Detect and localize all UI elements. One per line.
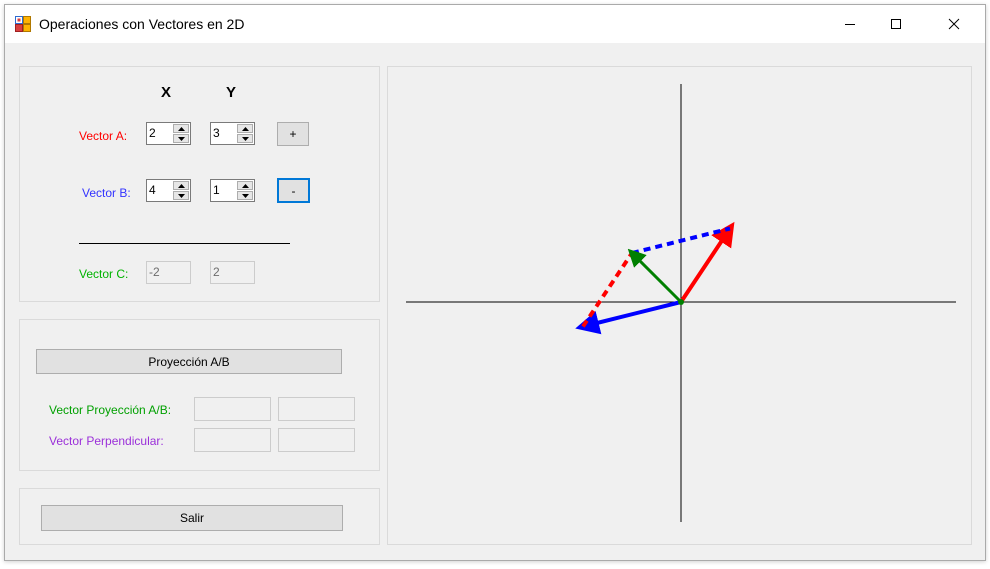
up-arrow-icon[interactable] bbox=[173, 181, 189, 190]
title-bar[interactable]: Operaciones con Vectores en 2D bbox=[5, 5, 985, 43]
projection-x-field[interactable] bbox=[194, 397, 271, 421]
up-arrow-icon[interactable] bbox=[173, 124, 189, 133]
vector-c-arrow bbox=[627, 248, 683, 304]
vector-a-arrow bbox=[679, 221, 735, 304]
sum-divider bbox=[79, 243, 290, 244]
projection-y-field[interactable] bbox=[278, 397, 355, 421]
window-title: Operaciones con Vectores en 2D bbox=[39, 16, 245, 32]
origin-point bbox=[678, 299, 684, 305]
perpendicular-x-field[interactable] bbox=[194, 428, 271, 452]
vector-c-x-value: -2 bbox=[149, 265, 160, 279]
vector-c-y-field[interactable]: 2 bbox=[210, 261, 255, 284]
maximize-icon bbox=[891, 19, 901, 29]
main-window: Operaciones con Vectores en 2D X Y Vecto… bbox=[4, 4, 986, 561]
vector-b-label: Vector B: bbox=[82, 186, 131, 200]
vector-b-y-stepper[interactable]: 1 bbox=[210, 179, 255, 202]
close-button[interactable] bbox=[931, 5, 977, 43]
subtract-button[interactable]: - bbox=[277, 178, 310, 203]
down-arrow-icon[interactable] bbox=[173, 191, 189, 200]
exit-panel: Salir bbox=[19, 488, 380, 545]
vector-b-x-value: 4 bbox=[149, 183, 156, 197]
vector-a-label: Vector A: bbox=[79, 129, 128, 143]
vector-b-y-value: 1 bbox=[213, 183, 220, 197]
projection-panel: Proyección A/B Vector Proyección A/B: Ve… bbox=[19, 319, 380, 471]
projection-button[interactable]: Proyección A/B bbox=[36, 349, 342, 374]
vector-c-label: Vector C: bbox=[79, 267, 129, 281]
vector-a-x-stepper[interactable]: 2 bbox=[146, 122, 191, 145]
vector-a-x-value: 2 bbox=[149, 126, 156, 140]
up-arrow-icon[interactable] bbox=[237, 124, 253, 133]
vector-c-x-field[interactable]: -2 bbox=[146, 261, 191, 284]
vector-a-y-stepper[interactable]: 3 bbox=[210, 122, 255, 145]
header-x: X bbox=[161, 84, 172, 101]
projection-vector-label: Vector Proyección A/B: bbox=[49, 403, 172, 417]
down-arrow-icon[interactable] bbox=[173, 134, 189, 143]
plot-panel bbox=[387, 66, 972, 545]
exit-button[interactable]: Salir bbox=[41, 505, 343, 531]
minimize-icon bbox=[845, 24, 855, 25]
vector-c-y-value: 2 bbox=[213, 265, 220, 279]
perpendicular-y-field[interactable] bbox=[278, 428, 355, 452]
down-arrow-icon[interactable] bbox=[237, 191, 253, 200]
down-arrow-icon[interactable] bbox=[237, 134, 253, 143]
vector-plot bbox=[406, 84, 956, 522]
vector-a-y-value: 3 bbox=[213, 126, 220, 140]
up-arrow-icon[interactable] bbox=[237, 181, 253, 190]
header-y: Y bbox=[226, 84, 237, 101]
maximize-button[interactable] bbox=[873, 5, 919, 43]
app-icon bbox=[15, 16, 31, 32]
perpendicular-vector-label: Vector Perpendicular: bbox=[49, 434, 164, 448]
close-icon bbox=[948, 18, 960, 30]
vector-b-x-stepper[interactable]: 4 bbox=[146, 179, 191, 202]
vectors-panel: X Y Vector A: 2 3 + Vector B: 4 1 - Vect… bbox=[19, 66, 380, 302]
add-button[interactable]: + bbox=[277, 122, 309, 146]
minimize-button[interactable] bbox=[827, 5, 873, 43]
